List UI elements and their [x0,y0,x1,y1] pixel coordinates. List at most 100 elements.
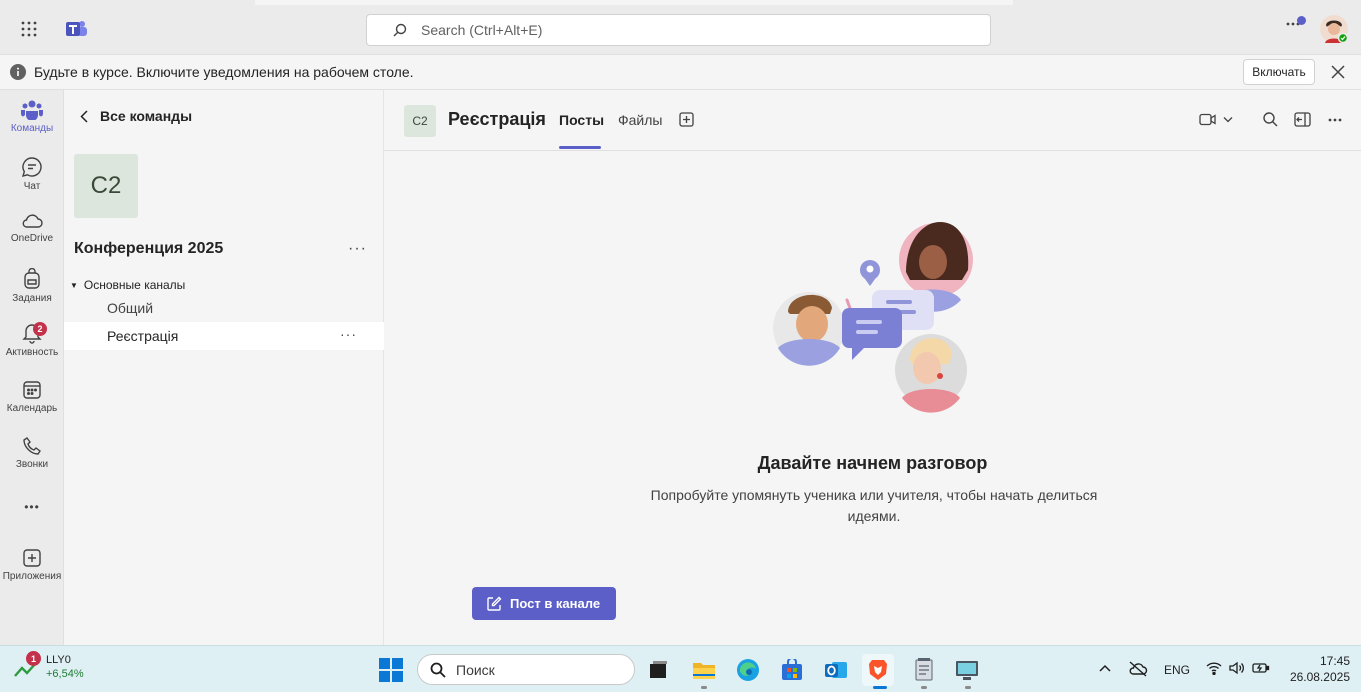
add-tab-icon[interactable] [679,112,694,127]
rail-label: Чат [23,181,41,192]
rail-item-chat[interactable]: Чат [0,156,64,210]
tab-posts[interactable]: Посты [559,112,604,128]
all-teams-back-button[interactable]: Все команды [80,108,192,124]
rail-item-assignments[interactable]: Задания [0,268,64,322]
wifi-icon[interactable] [1206,661,1222,675]
channel-item-registration[interactable]: Реєстрація ··· [64,322,384,350]
rail-label: Звонки [15,459,49,470]
chevron-left-icon [80,109,88,123]
channel-title: Реєстрація [448,109,546,129]
empty-state-subtitle: Попробуйте упомянуть ученика или учителя… [650,487,1098,524]
store-icon[interactable] [776,654,808,686]
notepad-icon[interactable] [908,654,940,686]
compose-icon [486,596,502,612]
channel-label: Реєстрація [107,328,179,344]
search-icon [393,23,407,37]
team-name[interactable]: Конференция 2025 [74,240,223,258]
chevron-up-icon[interactable] [1099,664,1111,672]
channel-avatar: C2 [404,105,436,137]
stock-badge: 1 [26,651,41,666]
input-language[interactable]: ENG [1164,663,1190,677]
activity-badge: 2 [33,322,47,336]
post-in-channel-button[interactable]: Пост в канале [472,587,616,620]
channel-header: C2 Реєстрація Посты Файлы [384,90,1361,151]
search-box[interactable]: Search (Ctrl+Alt+E) [366,14,991,46]
running-indicator [921,686,927,689]
title-strip [255,0,1013,5]
volume-icon[interactable] [1229,661,1245,675]
tab-files[interactable]: Файлы [618,112,662,128]
task-view-icon[interactable] [642,654,674,686]
rail-item-activity[interactable]: 2 Активность [0,322,64,376]
search-placeholder: Search (Ctrl+Alt+E) [421,22,543,38]
rail-label: Календарь [6,403,58,414]
enable-notifications-button[interactable]: Включать [1243,59,1315,85]
add-apps-icon [22,548,42,568]
taskbar-search[interactable]: Поиск [417,654,635,685]
empty-state-title: Давайте начнем разговор [757,453,988,473]
channel-item-general[interactable]: Общий [64,294,384,322]
windows-logo-icon [379,658,403,682]
file-explorer-icon[interactable] [688,654,720,686]
system-clock[interactable]: 17:45 26.08.2025 [1280,653,1350,685]
main-content: C2 Реєстрація Посты Файлы Давайте начнем… [384,90,1361,645]
clock-time: 17:45 [1319,654,1350,668]
chat-icon [21,156,43,178]
edge-icon[interactable] [732,654,764,686]
notification-text: Будьте в курсе. Включите уведомления на … [34,64,414,80]
app-rail: Команды Чат OneDrive Задания 2 Активност… [0,90,64,645]
stock-widget[interactable]: 1 LLY0 +6,54% [14,651,84,680]
channel-group-label: Основные каналы [83,278,186,292]
video-call-icon[interactable] [1199,113,1233,126]
rail-label: Команды [10,123,54,134]
caret-down-icon: ▼ [70,280,78,290]
cloud-icon [21,212,43,230]
rail-item-calendar[interactable]: Календарь [0,380,64,434]
rail-more-button[interactable]: ••• [0,500,64,514]
back-label: Все команды [100,108,193,124]
channel-group-header[interactable]: ▼ Основные каналы [70,278,185,292]
team-more-button[interactable]: ··· [348,240,367,258]
calendar-icon [22,380,42,400]
rail-label: Активность [5,347,59,358]
rail-item-calls[interactable]: Звонки [0,436,64,490]
channel-more-button[interactable]: ··· [340,326,357,342]
phone-icon [22,436,42,456]
start-button[interactable] [375,654,407,686]
outlook-icon[interactable] [820,654,852,686]
backpack-icon [22,268,42,290]
cloud-offline-icon[interactable] [1128,661,1148,677]
stock-symbol: LLY0 [46,654,71,666]
active-tab-indicator [559,146,601,149]
running-indicator [701,686,707,689]
channel-panel: Все команды C2 Конференция 2025 ··· ▼ Ос… [64,90,384,645]
windows-taskbar: 1 LLY0 +6,54% Поиск ENG 17:45 26.08.2025 [0,645,1361,692]
channel-label: Общий [107,300,154,316]
rail-item-teams[interactable]: Команды [0,100,64,154]
rail-label: Приложения [2,571,62,582]
conversation-illustration [772,220,974,420]
user-avatar[interactable] [1320,15,1348,43]
teams-icon [21,100,43,120]
open-side-panel-icon[interactable] [1294,112,1311,127]
rail-label: OneDrive [10,233,54,244]
clock-date: 26.08.2025 [1289,670,1350,684]
rail-item-onedrive[interactable]: OneDrive [0,212,64,266]
battery-icon[interactable] [1252,661,1270,675]
search-icon [430,662,446,678]
app-launcher-icon[interactable] [21,21,37,37]
notification-bar: Будьте в курсе. Включите уведомления на … [0,55,1361,90]
rail-item-apps[interactable]: Приложения [0,548,64,602]
title-bar: Search (Ctrl+Alt+E) [0,0,1361,55]
notification-dot [1297,16,1306,25]
more-options-icon[interactable] [1328,118,1342,122]
taskbar-search-placeholder: Поиск [456,661,495,678]
info-icon [10,64,26,80]
remote-desktop-icon[interactable] [951,654,983,686]
close-icon[interactable] [1331,65,1345,79]
teams-logo-icon [66,19,88,39]
search-icon[interactable] [1263,112,1278,127]
brave-icon[interactable] [862,654,894,686]
running-indicator [965,686,971,689]
stock-change: +6,54% [46,668,84,680]
